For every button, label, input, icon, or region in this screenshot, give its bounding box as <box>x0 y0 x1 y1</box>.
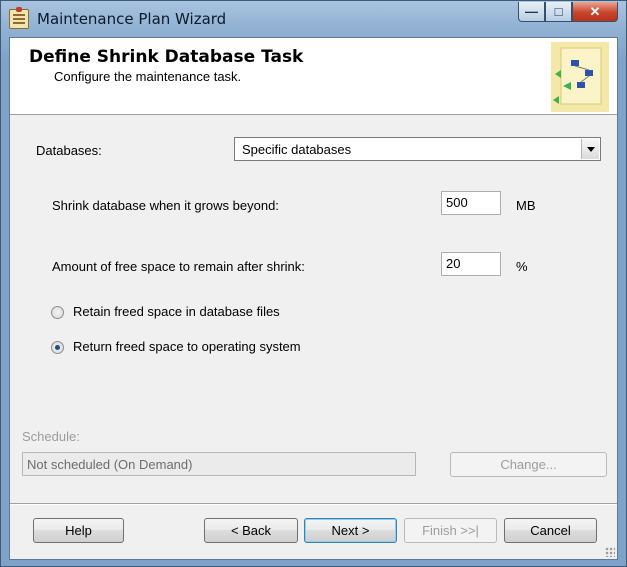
databases-selected-value: Specific databases <box>242 142 352 157</box>
maximize-button[interactable]: □ <box>545 2 572 22</box>
change-schedule-button[interactable]: Change... <box>450 452 607 477</box>
chevron-down-icon[interactable] <box>581 139 599 159</box>
shrink-threshold-unit: MB <box>516 198 536 213</box>
footer-divider <box>10 503 617 505</box>
next-button[interactable]: Next > <box>304 518 397 543</box>
title-bar[interactable]: Maintenance Plan Wizard — □ ✕ <box>1 1 626 37</box>
databases-label: Databases: <box>36 143 102 158</box>
schedule-field: Not scheduled (On Demand) <box>22 452 416 476</box>
shrink-threshold-label: Shrink database when it grows beyond: <box>52 198 279 213</box>
window-controls: — □ ✕ <box>518 2 618 22</box>
wizard-window: Maintenance Plan Wizard — □ ✕ Define Shr… <box>0 0 627 567</box>
page-title: Define Shrink Database Task <box>29 47 304 67</box>
shrink-threshold-input[interactable]: 500 <box>441 191 501 215</box>
databases-dropdown[interactable]: Specific databases <box>234 137 601 161</box>
help-button[interactable]: Help <box>33 518 124 543</box>
return-space-label[interactable]: Return freed space to operating system <box>73 339 301 354</box>
page-subtitle: Configure the maintenance task. <box>54 69 242 84</box>
resize-grip[interactable] <box>605 547 615 557</box>
free-space-label: Amount of free space to remain after shr… <box>52 259 305 274</box>
schedule-label: Schedule: <box>22 429 80 444</box>
window-title: Maintenance Plan Wizard <box>37 10 227 28</box>
close-button[interactable]: ✕ <box>572 2 618 22</box>
return-space-radio[interactable] <box>51 341 64 354</box>
finish-button[interactable]: Finish >>| <box>404 518 497 543</box>
back-button[interactable]: < Back <box>204 518 298 543</box>
minimize-button[interactable]: — <box>518 2 545 22</box>
cancel-button[interactable]: Cancel <box>504 518 597 543</box>
free-space-input[interactable]: 20 <box>441 252 501 276</box>
wizard-banner-icon <box>551 42 609 112</box>
retain-space-label[interactable]: Retain freed space in database files <box>73 304 280 319</box>
wizard-app-icon <box>9 7 29 29</box>
dialog-client-area: Define Shrink Database Task Configure th… <box>9 37 618 560</box>
wizard-header: Define Shrink Database Task Configure th… <box>10 38 617 115</box>
free-space-unit: % <box>516 259 528 274</box>
retain-space-radio[interactable] <box>51 306 64 319</box>
